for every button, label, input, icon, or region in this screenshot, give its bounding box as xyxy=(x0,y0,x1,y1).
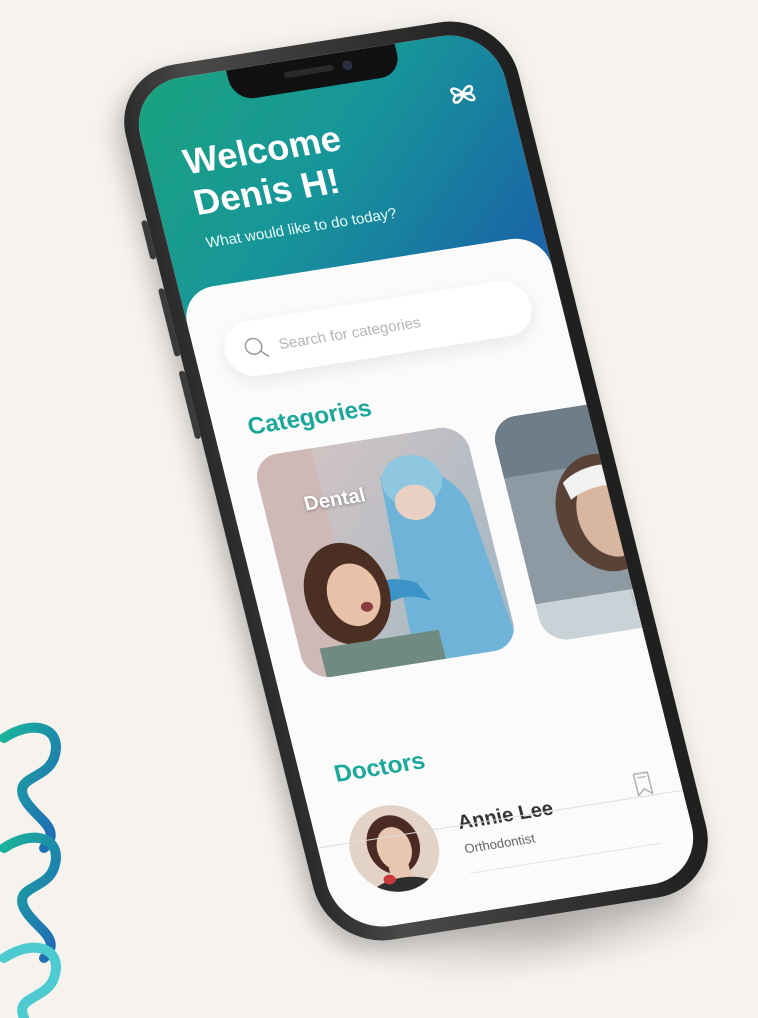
category-card-derma[interactable]: Derma xyxy=(489,386,705,644)
app-screen: Welcome Denis H! What would like to do t… xyxy=(127,28,705,934)
search-icon xyxy=(244,337,270,357)
phone-mockup: Welcome Denis H! What would like to do t… xyxy=(110,12,746,1002)
categories-title: Categories xyxy=(244,394,375,441)
search-bar[interactable] xyxy=(218,277,538,381)
front-camera xyxy=(341,59,354,71)
doctor-name: Annie Lee xyxy=(455,797,556,834)
category-label-derma: Derma xyxy=(630,577,698,609)
doctors-title: Doctors xyxy=(331,747,428,788)
brand-logo-icon xyxy=(0,722,61,1018)
content-sheet: Categories xyxy=(179,233,705,934)
search-input[interactable] xyxy=(274,303,482,354)
doctor-role: Orthodontist xyxy=(462,830,537,857)
doctor-avatar xyxy=(340,798,449,899)
derma-photo xyxy=(489,386,705,644)
category-card-dental[interactable]: Dental xyxy=(251,424,520,681)
dental-photo xyxy=(251,424,520,681)
speaker xyxy=(283,64,335,79)
doctor-avatar-photo xyxy=(340,798,449,899)
doctor-list-item[interactable]: Annie Lee Orthodontist xyxy=(339,760,674,902)
volume-down-button xyxy=(178,370,202,440)
volume-up-button xyxy=(157,287,181,357)
mute-switch xyxy=(140,220,157,260)
phone-frame: Welcome Denis H! What would like to do t… xyxy=(110,12,722,950)
welcome-title: Welcome Denis H! xyxy=(179,98,477,223)
